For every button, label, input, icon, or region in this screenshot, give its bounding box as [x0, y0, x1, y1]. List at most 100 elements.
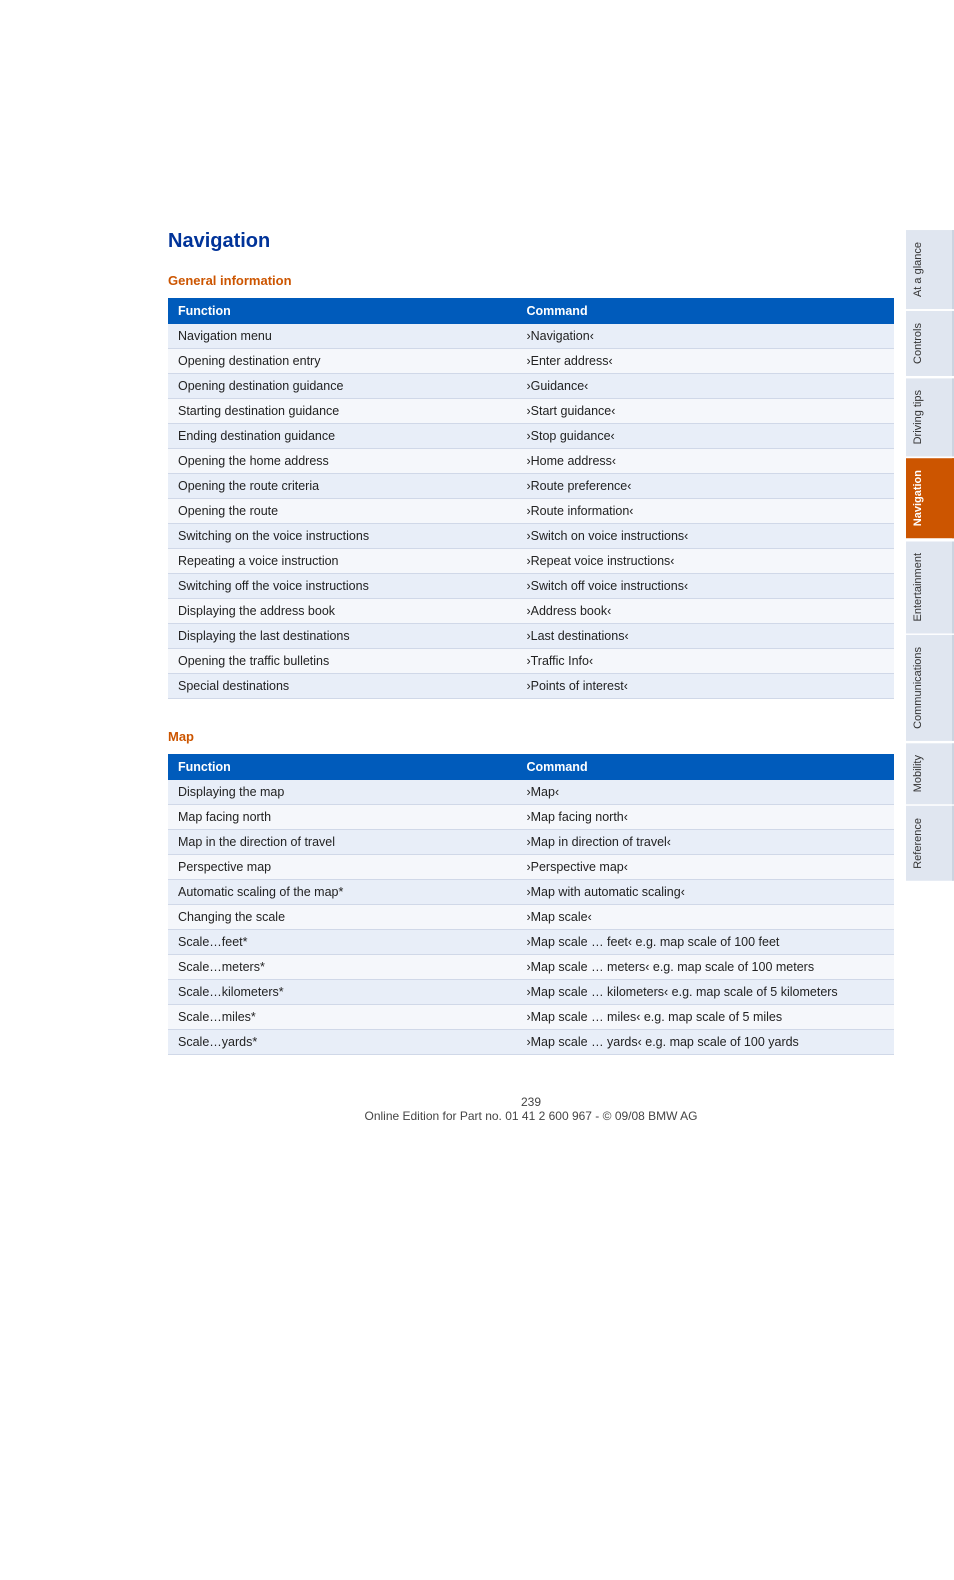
page-title: Navigation: [168, 230, 894, 253]
table-row: Displaying the last destinations›Last de…: [168, 624, 894, 649]
function-cell: Scale…yards*: [168, 1030, 516, 1055]
sidebar-tab-reference[interactable]: Reference: [906, 806, 954, 881]
function-cell: Switching on the voice instructions: [168, 524, 516, 549]
command-cell: ›Perspective map‹: [516, 855, 894, 880]
command-cell: ›Enter address‹: [516, 349, 894, 374]
table-row: Opening the home address›Home address‹: [168, 449, 894, 474]
sidebar-tab-communications[interactable]: Communications: [906, 635, 954, 741]
table-row: Navigation menu›Navigation‹: [168, 324, 894, 349]
map-section: Map Function Command Displaying the map›…: [168, 729, 894, 1055]
general-col1-header: Function: [168, 298, 516, 324]
command-cell: ›Map‹: [516, 780, 894, 805]
command-cell: ›Map scale … miles‹ e.g. map scale of 5 …: [516, 1005, 894, 1030]
table-row: Scale…kilometers*›Map scale … kilometers…: [168, 980, 894, 1005]
general-information-title: General information: [168, 273, 894, 288]
table-row: Starting destination guidance›Start guid…: [168, 399, 894, 424]
map-col2-header: Command: [516, 754, 894, 780]
sidebar-right: At a glance Controls Driving tips Naviga…: [902, 230, 954, 1580]
command-cell: ›Repeat voice instructions‹: [516, 549, 894, 574]
table-row: Opening the route criteria›Route prefere…: [168, 474, 894, 499]
function-cell: Opening destination entry: [168, 349, 516, 374]
table-row: Switching off the voice instructions›Swi…: [168, 574, 894, 599]
function-cell: Scale…feet*: [168, 930, 516, 955]
function-cell: Special destinations: [168, 674, 516, 699]
table-row: Map in the direction of travel›Map in di…: [168, 830, 894, 855]
table-row: Scale…miles*›Map scale … miles‹ e.g. map…: [168, 1005, 894, 1030]
table-row: Scale…meters*›Map scale … meters‹ e.g. m…: [168, 955, 894, 980]
table-row: Repeating a voice instruction›Repeat voi…: [168, 549, 894, 574]
table-row: Perspective map›Perspective map‹: [168, 855, 894, 880]
map-section-title: Map: [168, 729, 894, 744]
table-row: Special destinations›Points of interest‹: [168, 674, 894, 699]
command-cell: ›Last destinations‹: [516, 624, 894, 649]
function-cell: Changing the scale: [168, 905, 516, 930]
command-cell: ›Map scale‹: [516, 905, 894, 930]
table-row: Map facing north›Map facing north‹: [168, 805, 894, 830]
table-row: Opening destination entry›Enter address‹: [168, 349, 894, 374]
function-cell: Opening the home address: [168, 449, 516, 474]
command-cell: ›Switch on voice instructions‹: [516, 524, 894, 549]
sidebar-tab-entertainment[interactable]: Entertainment: [906, 541, 954, 633]
table-row: Opening the traffic bulletins›Traffic In…: [168, 649, 894, 674]
command-cell: ›Map facing north‹: [516, 805, 894, 830]
command-cell: ›Map with automatic scaling‹: [516, 880, 894, 905]
footer: 239 Online Edition for Part no. 01 41 2 …: [168, 1095, 894, 1153]
table-row: Changing the scale›Map scale‹: [168, 905, 894, 930]
table-row: Opening destination guidance›Guidance‹: [168, 374, 894, 399]
function-cell: Scale…miles*: [168, 1005, 516, 1030]
function-cell: Displaying the map: [168, 780, 516, 805]
function-cell: Opening the route criteria: [168, 474, 516, 499]
footer-copyright: Online Edition for Part no. 01 41 2 600 …: [168, 1109, 894, 1123]
sidebar-tab-mobility[interactable]: Mobility: [906, 743, 954, 804]
command-cell: ›Traffic Info‹: [516, 649, 894, 674]
function-cell: Ending destination guidance: [168, 424, 516, 449]
table-row: Displaying the map›Map‹: [168, 780, 894, 805]
command-cell: ›Address book‹: [516, 599, 894, 624]
table-row: Opening the route›Route information‹: [168, 499, 894, 524]
function-cell: Navigation menu: [168, 324, 516, 349]
command-cell: ›Map scale … feet‹ e.g. map scale of 100…: [516, 930, 894, 955]
function-cell: Opening the traffic bulletins: [168, 649, 516, 674]
function-cell: Displaying the address book: [168, 599, 516, 624]
function-cell: Opening the route: [168, 499, 516, 524]
sidebar-tab-driving-tips[interactable]: Driving tips: [906, 378, 954, 456]
function-cell: Automatic scaling of the map*: [168, 880, 516, 905]
table-row: Scale…feet*›Map scale … feet‹ e.g. map s…: [168, 930, 894, 955]
command-cell: ›Navigation‹: [516, 324, 894, 349]
main-content: Navigation General information Function …: [168, 230, 894, 1233]
command-cell: ›Guidance‹: [516, 374, 894, 399]
command-cell: ›Start guidance‹: [516, 399, 894, 424]
command-cell: ›Stop guidance‹: [516, 424, 894, 449]
general-information-table: Function Command Navigation menu›Navigat…: [168, 298, 894, 699]
table-row: Automatic scaling of the map*›Map with a…: [168, 880, 894, 905]
command-cell: ›Route information‹: [516, 499, 894, 524]
footer-page-number: 239: [168, 1095, 894, 1109]
command-cell: ›Points of interest‹: [516, 674, 894, 699]
sidebar-tab-navigation[interactable]: Navigation: [906, 458, 954, 538]
table-row: Ending destination guidance›Stop guidanc…: [168, 424, 894, 449]
general-col2-header: Command: [516, 298, 894, 324]
map-col1-header: Function: [168, 754, 516, 780]
function-cell: Map in the direction of travel: [168, 830, 516, 855]
table-row: Scale…yards*›Map scale … yards‹ e.g. map…: [168, 1030, 894, 1055]
command-cell: ›Switch off voice instructions‹: [516, 574, 894, 599]
table-row: Displaying the address book›Address book…: [168, 599, 894, 624]
command-cell: ›Map scale … yards‹ e.g. map scale of 10…: [516, 1030, 894, 1055]
command-cell: ›Map in direction of travel‹: [516, 830, 894, 855]
sidebar-tab-controls[interactable]: Controls: [906, 311, 954, 376]
command-cell: ›Home address‹: [516, 449, 894, 474]
function-cell: Starting destination guidance: [168, 399, 516, 424]
command-cell: ›Map scale … kilometers‹ e.g. map scale …: [516, 980, 894, 1005]
function-cell: Switching off the voice instructions: [168, 574, 516, 599]
table-row: Switching on the voice instructions›Swit…: [168, 524, 894, 549]
function-cell: Opening destination guidance: [168, 374, 516, 399]
function-cell: Scale…kilometers*: [168, 980, 516, 1005]
general-information-section: General information Function Command Nav…: [168, 273, 894, 699]
command-cell: ›Map scale … meters‹ e.g. map scale of 1…: [516, 955, 894, 980]
function-cell: Displaying the last destinations: [168, 624, 516, 649]
map-table: Function Command Displaying the map›Map‹…: [168, 754, 894, 1055]
sidebar-tab-at-a-glance[interactable]: At a glance: [906, 230, 954, 309]
command-cell: ›Route preference‹: [516, 474, 894, 499]
function-cell: Scale…meters*: [168, 955, 516, 980]
function-cell: Perspective map: [168, 855, 516, 880]
